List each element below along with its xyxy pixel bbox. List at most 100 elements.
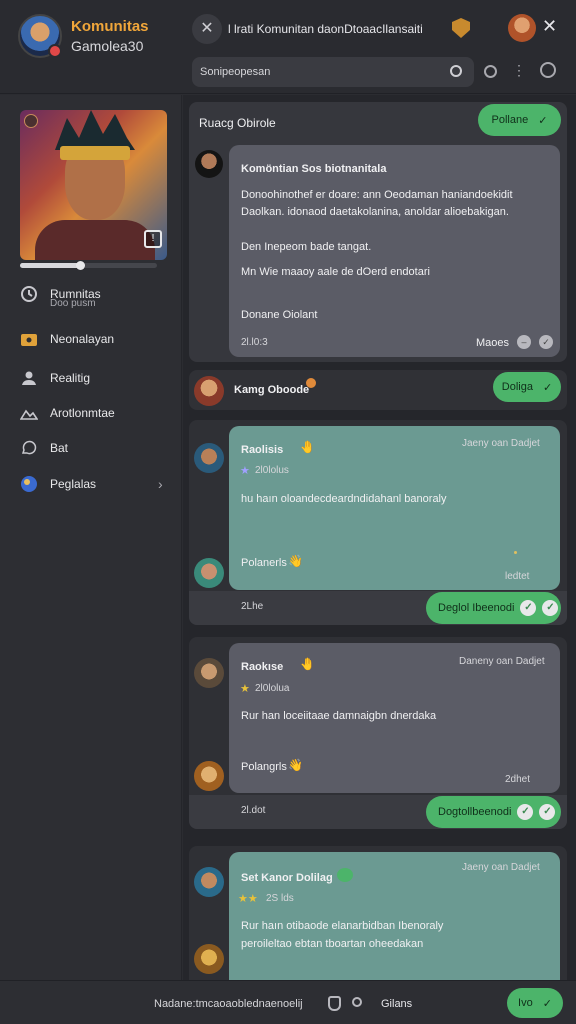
avatar[interactable] (194, 658, 224, 688)
progress-knob[interactable] (76, 261, 85, 270)
post-rating: 2l0lolua (255, 683, 290, 694)
deglol-button[interactable]: Deglol Ibeenodi ✓ ✓ (426, 592, 561, 624)
post-footer-name: Polangrls (241, 761, 287, 773)
emoji-icon: 🤚 (300, 657, 315, 671)
magnifier-icon[interactable] (484, 65, 497, 78)
post-author: Set Kanor Dolilag (241, 872, 333, 884)
post-footer-name: Polanerls (241, 557, 287, 569)
status-icon (306, 378, 316, 388)
post-author: Raokıse (241, 661, 284, 673)
section-title: Ruacg Obirole (199, 116, 276, 130)
chevron-right-icon[interactable]: › (158, 476, 163, 492)
folder-icon (21, 334, 37, 346)
sidebar-item-label: Peglalas (50, 477, 97, 491)
post-rating: 2l0lolus (255, 465, 289, 476)
edit-icon[interactable] (540, 62, 556, 78)
notification-badge-icon (48, 44, 62, 58)
dogtol-button[interactable]: Dogtollbeenodi ✓ ✓ (426, 796, 561, 828)
sidebar-item-label: Neonalayan (50, 332, 115, 346)
emoji-icon: 👋 (288, 554, 303, 568)
pollane-button[interactable]: Pollane ✓ (478, 104, 561, 136)
hero-crown (60, 146, 130, 160)
doliga-button[interactable]: Doliga ✓ (493, 372, 561, 402)
post-time-small: 2dhet (505, 774, 531, 785)
conversation-title: l lrati Komunitan daonDtoaacIlansaiti (228, 22, 423, 36)
emoji-icon[interactable] (352, 997, 362, 1007)
more-icon[interactable]: ⋮ (512, 62, 526, 79)
post-author: Raolisis (241, 444, 284, 456)
avatar[interactable] (194, 558, 224, 588)
mountain-icon (20, 409, 38, 420)
check-icon: ✓ (517, 804, 534, 820)
sidebar-item-peglalas[interactable]: Peglalas (20, 473, 96, 495)
avatar[interactable] (195, 150, 223, 178)
check-icon: ✓ (539, 804, 556, 820)
sidebar-item-label: Realitig (50, 371, 91, 385)
post-time: 2l.dot (241, 805, 266, 816)
avatar[interactable] (194, 761, 224, 791)
hero-corner-icon (24, 114, 38, 128)
check-icon: ✓ (542, 997, 552, 1010)
message-line: Mn Wie maaoy aale de dOerd endotari (241, 266, 430, 278)
shield-icon[interactable] (328, 996, 341, 1011)
sidebar-item-neonalayan[interactable]: Neonalayan (20, 328, 114, 350)
button-label: Pollane (491, 114, 529, 126)
hero-banner[interactable]: ! (20, 110, 167, 260)
section-title: Kamg Oboode (234, 384, 310, 396)
leaf-icon (337, 868, 353, 882)
star-icon: ★ (240, 465, 250, 477)
message-time: 2l.l0:3 (241, 337, 268, 348)
composer-label[interactable]: Gilans (381, 998, 412, 1010)
brand-title: Komunitas (71, 18, 149, 35)
close-window-icon[interactable]: ✕ (542, 16, 557, 37)
emoji-icon: 👋 (288, 758, 303, 772)
message-status: Maoes (476, 337, 510, 349)
avatar[interactable] (194, 867, 224, 897)
sidebar-item-realitig[interactable]: Realitig (20, 367, 90, 389)
sidebar-item-arotlonmtae[interactable]: Arotlonmtae (20, 402, 115, 424)
progress-fill (20, 263, 82, 268)
globe-icon (21, 476, 37, 492)
check-icon: ✓ (542, 600, 559, 616)
hero-hair (55, 110, 135, 150)
check-icon: ✓ (539, 335, 553, 349)
sidebar-item-label: Arotlonmtae (50, 406, 115, 420)
bookmark-icon[interactable]: ! (144, 230, 162, 248)
avatar[interactable] (194, 376, 224, 406)
post-body: Rur haın otibaode elanarbidban Ibenoraly (241, 920, 444, 932)
post-body: peroileltao ebtan tboartan oheedakan (241, 938, 424, 950)
sidebar-item-sub: Doo pusm (50, 298, 96, 309)
user-avatar[interactable] (508, 14, 536, 42)
check-icon: ✓ (538, 114, 548, 127)
avatar[interactable] (194, 944, 224, 974)
button-label: Ivo (518, 997, 533, 1009)
star-icon: ★ (240, 683, 250, 695)
message-line: Donane Oiolant (241, 309, 318, 321)
message-input[interactable]: Nadane:tmcaoaoblednaenoelij (154, 998, 303, 1010)
post-corner-label: Jaeny oan Dadjet (462, 862, 540, 873)
search-placeholder: Sonipeopesan (200, 66, 271, 78)
emoji-icon: 🤚 (300, 440, 315, 454)
post-corner-label: Jaeny oan Dadjet (462, 438, 540, 449)
minus-icon: – (517, 335, 531, 349)
close-icon[interactable]: ✕ (192, 14, 222, 44)
button-label: Doliga (501, 381, 533, 393)
hero-armor (35, 220, 155, 260)
dot-icon (514, 551, 517, 554)
button-label: Deglol Ibeenodi (438, 602, 515, 614)
message-title: Komöntian Sos biotnanitala (241, 163, 387, 175)
chat-icon (21, 440, 37, 455)
message-line: Daolkan. idonaod daetakolanina, anoldar … (241, 206, 509, 218)
button-label: Dogtollbeenodi (438, 806, 512, 818)
post-body: hu haın oloandecdeardndidahanl banoraly (241, 493, 447, 505)
send-button[interactable]: Ivo ✓ (507, 988, 563, 1018)
sidebar-item-bat[interactable]: Bat (20, 437, 68, 459)
check-icon: ✓ (542, 381, 553, 394)
sidebar-item-label: Bat (50, 441, 69, 455)
post-time: 2Lhe (241, 601, 264, 612)
avatar[interactable] (194, 443, 224, 473)
search-icon[interactable] (450, 65, 462, 77)
message-line: Den Inepeom bade tangat. (241, 241, 372, 253)
star-icon: ★★ (238, 893, 258, 905)
clock-icon (21, 286, 37, 302)
